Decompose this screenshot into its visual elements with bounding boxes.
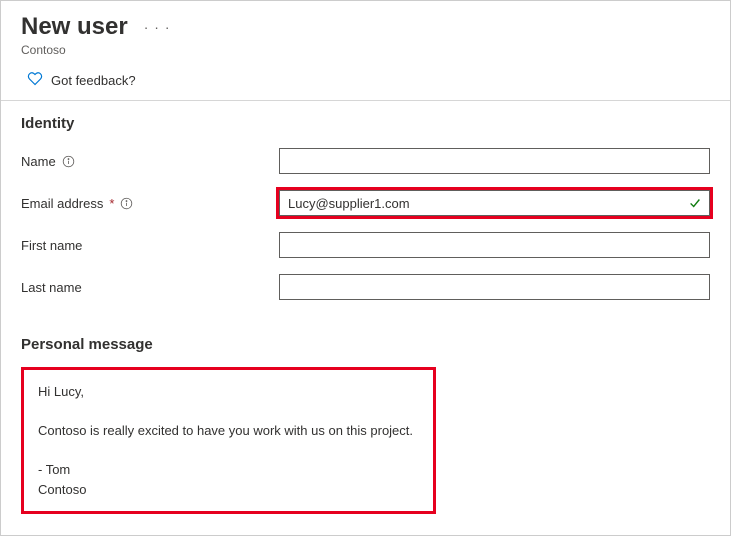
section-title-identity: Identity xyxy=(21,115,710,132)
label-first-name-text: First name xyxy=(21,238,82,253)
more-icon[interactable]: · · · xyxy=(136,20,171,34)
check-icon xyxy=(688,196,702,210)
email-input[interactable] xyxy=(279,190,710,216)
org-name: Contoso xyxy=(21,43,710,57)
section-title-message: Personal message xyxy=(21,336,710,353)
first-name-input[interactable] xyxy=(279,232,710,258)
info-icon[interactable] xyxy=(62,155,75,168)
label-email-text: Email address xyxy=(21,196,103,211)
label-email: Email address * xyxy=(21,196,279,211)
label-last-name-text: Last name xyxy=(21,280,82,295)
label-last-name: Last name xyxy=(21,280,279,295)
label-first-name: First name xyxy=(21,238,279,253)
last-name-input[interactable] xyxy=(279,274,710,300)
label-name: Name xyxy=(21,154,279,169)
divider xyxy=(1,100,730,101)
page-title: New user xyxy=(21,13,128,41)
info-icon[interactable] xyxy=(120,197,133,210)
feedback-text: Got feedback? xyxy=(51,73,136,88)
name-input[interactable] xyxy=(279,148,710,174)
label-name-text: Name xyxy=(21,154,56,169)
heart-icon xyxy=(27,71,43,90)
personal-message-box[interactable]: Hi Lucy, Contoso is really excited to ha… xyxy=(21,367,436,514)
feedback-link[interactable]: Got feedback? xyxy=(21,69,710,100)
required-marker: * xyxy=(109,196,114,211)
